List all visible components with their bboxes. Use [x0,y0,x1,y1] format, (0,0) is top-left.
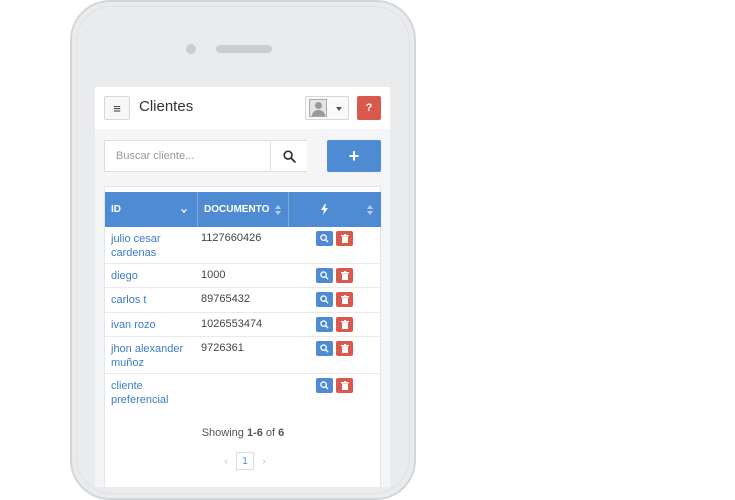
plus-icon: + [348,145,360,166]
delete-button[interactable] [336,268,353,283]
client-documento: 89765432 [201,293,250,305]
table-row: cliente preferencial [105,374,381,412]
pagination-total: 6 [278,427,285,439]
column-header-documento[interactable]: DOCUMENTO [204,192,269,227]
page-1-button[interactable]: 1 [236,452,254,470]
table-row: ivan rozo 1026553474 [105,313,381,337]
trash-icon [340,344,349,353]
search-icon [320,295,329,304]
table-row: carlos t 89765432 [105,288,381,313]
table-header: ID DOCUMENTO [105,192,381,227]
pagination-range: 1-6 [246,427,263,439]
trash-icon [340,271,349,280]
client-name-link[interactable]: diego [111,269,138,283]
phone-camera [186,44,196,54]
clients-table-card: ID DOCUMENTO julio cesar cardenas 112766… [104,186,381,487]
next-page-button[interactable]: › [255,452,273,470]
page-title: Clientes [139,98,194,115]
table-row: julio cesar cardenas 1127660426 [105,227,381,264]
delete-button[interactable] [336,378,353,393]
search-icon [320,381,329,390]
search-icon [320,234,329,243]
trash-icon [340,234,349,243]
table-row: diego 1000 [105,264,381,288]
view-button[interactable] [316,231,333,246]
app-screen: ≡ Clientes ? + ID [95,87,390,487]
table-row: jhon alexander muñoz 9726361 [105,337,381,374]
hamburger-icon: ≡ [113,100,121,116]
lightning-icon [321,204,328,215]
add-client-button[interactable]: + [327,140,381,172]
client-documento: 1127660426 [201,232,262,244]
trash-icon [340,381,349,390]
client-name-link[interactable]: julio cesar cardenas [111,232,191,260]
view-button[interactable] [316,317,333,332]
trash-icon [340,295,349,304]
column-header-id[interactable]: ID [111,192,121,227]
client-name-link[interactable]: cliente preferencial [111,379,191,407]
sort-icon [367,205,373,215]
client-documento: 1026553474 [201,318,263,330]
client-documento: 9726361 [201,342,244,354]
delete-button[interactable] [336,317,353,332]
search-group [104,140,307,172]
help-label: ? [365,102,373,114]
top-bar: ≡ Clientes ? [95,87,390,129]
client-name-link[interactable]: carlos t [111,293,146,307]
user-menu-button[interactable] [305,96,349,120]
search-icon [320,271,329,280]
view-button[interactable] [316,341,333,356]
phone-speaker [216,45,272,53]
trash-icon [340,320,349,329]
search-input[interactable] [105,141,271,171]
search-icon [282,149,296,163]
client-documento: 1000 [201,269,226,281]
search-icon [320,320,329,329]
client-name-link[interactable]: ivan rozo [111,318,156,332]
avatar [309,99,327,117]
pagination-summary: Showing 1-6 of 6 [201,427,285,439]
sort-icon [275,205,281,215]
delete-button[interactable] [336,292,353,307]
search-icon [320,344,329,353]
help-button[interactable]: ? [357,96,381,120]
delete-button[interactable] [336,231,353,246]
view-button[interactable] [316,268,333,283]
sort-desc-icon [181,208,187,214]
view-button[interactable] [316,378,333,393]
view-button[interactable] [316,292,333,307]
prev-page-button[interactable]: ‹ [217,452,235,470]
client-name-link[interactable]: jhon alexander muñoz [111,342,193,370]
delete-button[interactable] [336,341,353,356]
menu-button[interactable]: ≡ [104,96,130,120]
search-button[interactable] [271,141,307,171]
caret-down-icon [336,107,342,111]
